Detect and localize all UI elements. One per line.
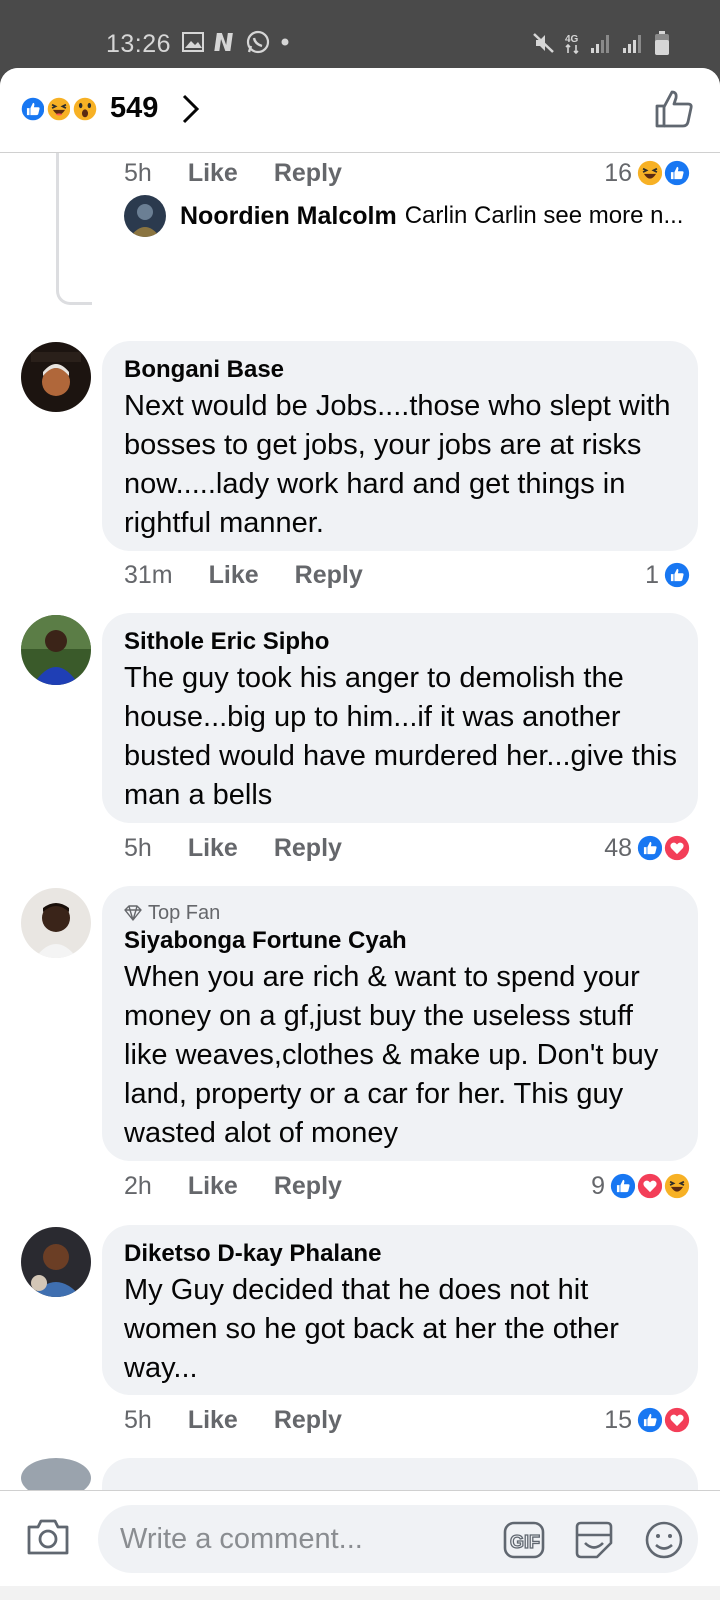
comment-reactions[interactable]: 16 xyxy=(604,153,692,193)
avatar[interactable] xyxy=(21,615,91,685)
like-button[interactable]: Like xyxy=(188,1406,238,1435)
reply-button[interactable]: Reply xyxy=(274,159,342,188)
status-time: 13:26 xyxy=(106,30,172,58)
comment-reactions[interactable]: 15 xyxy=(604,1400,692,1440)
love-reaction-icon xyxy=(662,833,692,863)
comment-composer: GIF xyxy=(0,1490,720,1586)
comment-text: Next would be Jobs....those who slept wi… xyxy=(124,390,671,539)
comment-text: My Guy decided that he does not hit wome… xyxy=(124,1274,619,1384)
comment-time: 5h xyxy=(124,158,152,187)
comment-time: 5h xyxy=(124,1405,152,1434)
reply-button[interactable]: Reply xyxy=(274,834,342,863)
avatar[interactable] xyxy=(21,342,91,412)
love-reaction-icon xyxy=(635,1171,665,1201)
comment-reactions[interactable]: 9 xyxy=(591,1166,692,1206)
comment-time: 5h xyxy=(124,833,152,862)
comment-author[interactable]: Diketso D-kay Phalane xyxy=(124,1239,678,1269)
netflix-icon xyxy=(214,33,233,51)
gallery-icon xyxy=(182,32,204,52)
comment-reactions[interactable]: 1 xyxy=(645,555,692,595)
svg-text:GIF: GIF xyxy=(510,1532,540,1552)
reaction-count[interactable]: 549 xyxy=(110,92,158,125)
mute-icon xyxy=(533,33,554,53)
svg-text:4G: 4G xyxy=(565,34,579,45)
like-reaction-icon xyxy=(635,833,665,863)
comment-meta: 2h Like Reply xyxy=(124,1166,342,1206)
like-button[interactable]: Like xyxy=(188,1172,238,1201)
dot-icon xyxy=(281,38,289,46)
comment-meta: 31m Like Reply xyxy=(124,555,363,595)
avatar[interactable] xyxy=(124,195,166,237)
like-reaction-icon xyxy=(608,1171,638,1201)
top-fan-badge: Top Fan xyxy=(124,900,678,926)
comment-text: The guy took his anger to demolish the h… xyxy=(124,662,677,811)
avatar[interactable] xyxy=(21,888,91,958)
comment-meta: 5h Like Reply xyxy=(124,1400,342,1440)
like-button[interactable]: Like xyxy=(188,159,238,188)
like-reaction-icon xyxy=(635,1405,665,1435)
love-reaction-icon xyxy=(662,1405,692,1435)
reply-button[interactable]: Reply xyxy=(274,1172,342,1201)
chevron-right-icon[interactable] xyxy=(180,92,202,126)
camera-icon[interactable] xyxy=(26,1517,70,1557)
comment-text: When you are rich & want to spend your m… xyxy=(124,961,659,1149)
comment-time: 2h xyxy=(124,1171,152,1200)
reaction-count: 1 xyxy=(645,560,659,589)
reply-thread-line xyxy=(56,153,92,305)
reply-author[interactable]: Noordien Malcolm xyxy=(180,202,397,231)
avatar[interactable] xyxy=(21,1458,91,1490)
comment-author[interactable]: Bongani Base xyxy=(124,355,678,385)
diamond-icon xyxy=(124,905,142,921)
like-button[interactable]: Like xyxy=(209,561,259,590)
comment-reactions[interactable]: 48 xyxy=(604,828,692,868)
sticker-icon[interactable] xyxy=(573,1519,615,1561)
comment-bubble[interactable] xyxy=(102,1458,698,1490)
comment-bubble[interactable]: Bongani Base Next would be Jobs....those… xyxy=(102,341,698,551)
reaction-count: 15 xyxy=(604,1405,632,1434)
reaction-count: 16 xyxy=(604,158,632,187)
wow-reaction-icon xyxy=(70,94,100,124)
comment-bubble[interactable]: Sithole Eric Sipho The guy took his ange… xyxy=(102,613,698,823)
reactions-header[interactable]: 549 xyxy=(0,68,720,153)
reaction-count: 9 xyxy=(591,1171,605,1200)
4g-icon: 4G xyxy=(565,34,579,55)
status-right-icons: 4G xyxy=(532,30,670,56)
comment-feed[interactable]: 5h Like Reply 16 Noordien Malcolm Carlin… xyxy=(0,153,720,1490)
comment-bubble[interactable]: Top Fan Siyabonga Fortune Cyah When you … xyxy=(102,886,698,1161)
comment-author[interactable]: Sithole Eric Sipho xyxy=(124,627,678,657)
whatsapp-icon xyxy=(246,30,270,54)
reply-snippet: Carlin Carlin see more n... xyxy=(404,202,684,229)
reply-button[interactable]: Reply xyxy=(274,1406,342,1435)
header-reaction-icons xyxy=(18,94,100,124)
like-reaction-icon xyxy=(662,158,692,188)
gif-icon[interactable]: GIF xyxy=(503,1521,545,1559)
comment-author[interactable]: Siyabonga Fortune Cyah xyxy=(124,926,678,956)
haha-reaction-icon xyxy=(635,158,665,188)
status-left-icons xyxy=(182,30,290,54)
like-icon[interactable] xyxy=(654,88,694,130)
signal-icon xyxy=(591,35,609,53)
comment-meta: 5h Like Reply xyxy=(124,153,342,193)
comment-meta: 5h Like Reply xyxy=(124,828,342,868)
system-nav-bar xyxy=(0,1586,720,1600)
emoji-icon[interactable] xyxy=(643,1519,685,1561)
reaction-count: 48 xyxy=(604,833,632,862)
reply-button[interactable]: Reply xyxy=(295,561,363,590)
avatar[interactable] xyxy=(21,1227,91,1297)
signal-icon xyxy=(623,35,641,53)
comments-sheet: 549 5h Like Reply 16 Noordien Malcolm Ca… xyxy=(0,68,720,1600)
like-reaction-icon xyxy=(662,560,692,590)
reply-preview[interactable]: Noordien Malcolm Carlin Carlin see more … xyxy=(124,194,694,238)
comment-time: 31m xyxy=(124,560,173,589)
haha-reaction-icon xyxy=(662,1171,692,1201)
badge-label: Top Fan xyxy=(148,902,221,924)
battery-icon xyxy=(655,31,669,55)
comment-bubble[interactable]: Diketso D-kay Phalane My Guy decided tha… xyxy=(102,1225,698,1395)
like-button[interactable]: Like xyxy=(188,834,238,863)
